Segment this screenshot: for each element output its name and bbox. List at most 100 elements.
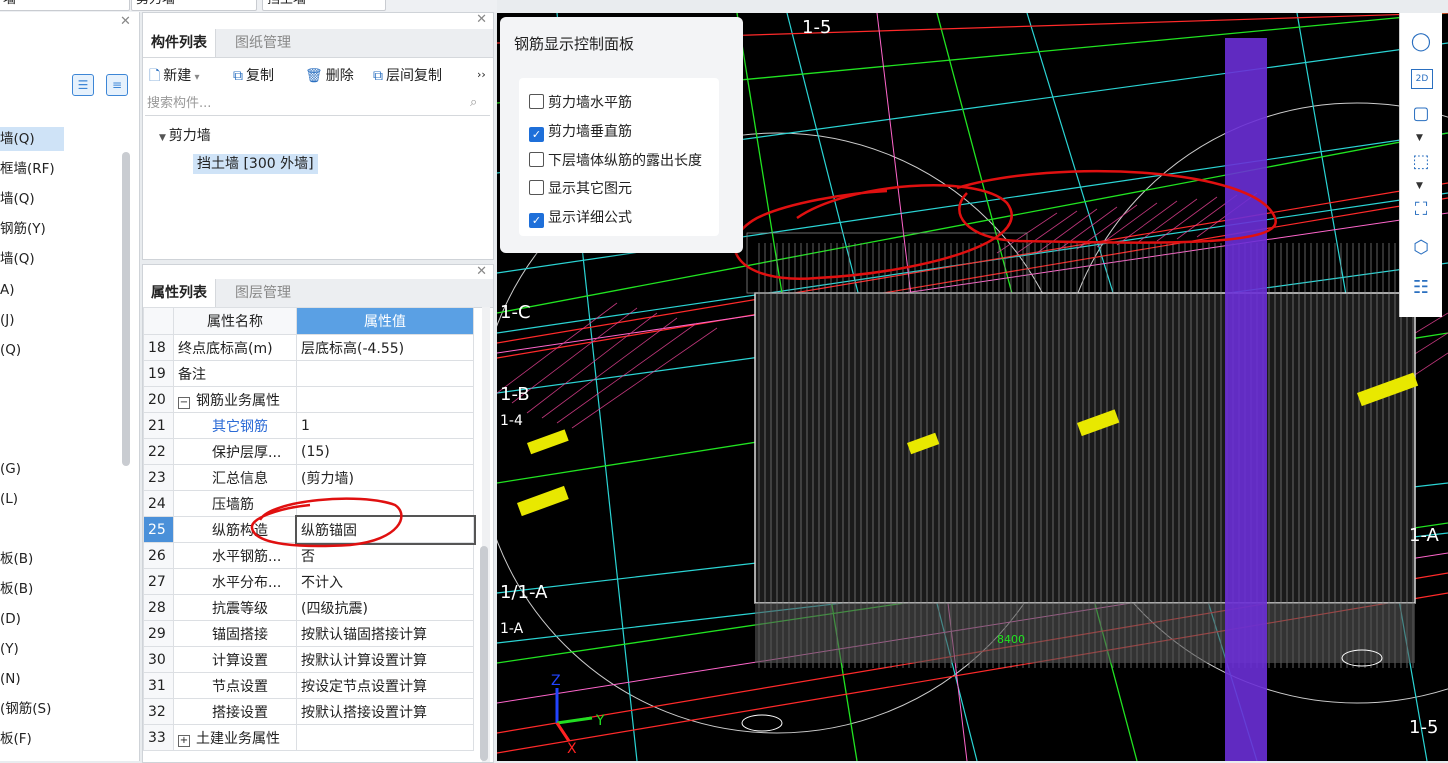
property-value[interactable]: 按默认搭接设置计算: [296, 698, 474, 725]
floor-select[interactable]: 墙: [0, 0, 130, 11]
property-row[interactable]: 29 锚固搭接 按默认锚固搭接计算: [143, 620, 474, 647]
property-value[interactable]: 按默认锚固搭接计算: [296, 620, 474, 647]
property-name-label: 搭接设置: [212, 704, 268, 721]
option-lower-exposed-length[interactable]: 下层墙体纵筋的露出长度: [529, 150, 702, 170]
property-row[interactable]: 20− 钢筋业务属性: [143, 386, 474, 413]
tab-layer-manage[interactable]: 图层管理: [227, 279, 299, 307]
expand-toggle-icon[interactable]: +: [178, 734, 190, 747]
type-select[interactable]: 剪力墙: [131, 0, 257, 11]
close-icon[interactable]: ✕: [476, 12, 487, 27]
cube-icon[interactable]: ⬡: [1409, 237, 1433, 258]
search-input[interactable]: 搜索构件...: [145, 93, 490, 116]
property-name: 节点设置: [173, 672, 297, 699]
nav-item[interactable]: (钢筋(S): [0, 697, 51, 721]
property-row[interactable]: 22 保护层厚... (15): [143, 438, 474, 465]
row-index: 29: [143, 620, 174, 647]
property-value[interactable]: 按默认计算设置计算: [296, 646, 474, 673]
option-label: 显示详细公式: [548, 210, 632, 226]
delete-button[interactable]: 🗑 删除: [305, 65, 354, 85]
property-value[interactable]: 1: [296, 412, 474, 439]
nav-item[interactable]: 墙(Q): [0, 247, 35, 271]
property-value[interactable]: 按设定节点设置计算: [296, 672, 474, 699]
axis-x-label: X: [567, 741, 577, 757]
property-value[interactable]: [296, 360, 474, 387]
property-row[interactable]: 19 备注: [143, 360, 474, 387]
nav-item[interactable]: (G): [0, 457, 21, 481]
nav-item[interactable]: 墙(Q): [0, 187, 35, 211]
left-close-icon[interactable]: ✕: [120, 14, 131, 29]
nav-item[interactable]: 钢筋(Y): [0, 217, 46, 241]
option-show-other-elements[interactable]: 显示其它图元: [529, 178, 632, 198]
property-row[interactable]: 30 计算设置 按默认计算设置计算: [143, 646, 474, 673]
property-scrollbar[interactable]: [480, 546, 488, 761]
tab-drawing-manage[interactable]: 图纸管理: [227, 29, 299, 57]
property-row[interactable]: 23 汇总信息 (剪力墙): [143, 464, 474, 491]
nav-item[interactable]: A): [0, 278, 15, 302]
tree-group[interactable]: ▼ 剪力墙: [159, 125, 211, 145]
option-wall-horizontal[interactable]: 剪力墙水平筋: [529, 92, 632, 112]
solid-view-icon[interactable]: ⬚: [1409, 151, 1433, 172]
property-row[interactable]: 18 终点底标高(m) 层底标高(-4.55): [143, 334, 474, 361]
tab-property-list[interactable]: 属性列表: [143, 279, 216, 307]
orbit-icon[interactable]: ◯: [1409, 31, 1433, 52]
copy-label: 复制: [246, 68, 274, 84]
option-show-formula[interactable]: ✓ 显示详细公式: [529, 207, 632, 228]
checkbox[interactable]: [529, 94, 544, 109]
tab-component-list[interactable]: 构件列表: [143, 29, 216, 57]
new-button[interactable]: 🗋 新建 ▾: [149, 65, 199, 89]
checkbox-checked[interactable]: ✓: [529, 213, 544, 228]
expand-toggle-icon[interactable]: −: [178, 396, 190, 409]
property-row[interactable]: 33 + 土建业务属性: [143, 724, 474, 751]
property-value[interactable]: 层底标高(-4.55): [296, 334, 474, 361]
property-value[interactable]: (剪力墙): [296, 464, 474, 491]
chevron-down-icon[interactable]: ▼: [1416, 133, 1423, 143]
option-wall-vertical[interactable]: ✓ 剪力墙垂直筋: [529, 121, 632, 142]
property-value[interactable]: [296, 724, 474, 751]
checkbox[interactable]: [529, 180, 544, 195]
component-select[interactable]: 挡土墙: [262, 0, 386, 11]
checkbox-checked[interactable]: ✓: [529, 127, 544, 142]
nav-item[interactable]: 框墙(RF): [0, 157, 55, 181]
view-2d-icon[interactable]: 2D: [1411, 69, 1433, 89]
property-name-label: 抗震等级: [212, 600, 268, 617]
nav-item[interactable]: (N): [0, 667, 21, 691]
property-row[interactable]: 21 其它钢筋 1: [143, 412, 474, 439]
floor-copy-button[interactable]: ⧉ 层间复制: [373, 65, 442, 85]
property-row[interactable]: 31 节点设置 按设定节点设置计算: [143, 672, 474, 699]
wall-footing: [755, 603, 1415, 663]
nav-item[interactable]: 板(B): [0, 577, 33, 601]
property-row[interactable]: 27 水平分布... 不计入: [143, 568, 474, 595]
property-row[interactable]: 32 搭接设置 按默认搭接设置计算: [143, 698, 474, 725]
fullscreen-icon[interactable]: ⛶: [1409, 199, 1433, 220]
left-scrollbar[interactable]: [122, 152, 130, 466]
property-value[interactable]: [296, 386, 474, 413]
property-value[interactable]: 不计入: [296, 568, 474, 595]
nav-item[interactable]: (Q): [0, 338, 21, 362]
more-button[interactable]: ››: [477, 68, 486, 81]
property-value[interactable]: (15): [296, 438, 474, 465]
nav-item[interactable]: 板(B): [0, 547, 33, 571]
property-name-label: 土建业务属性: [196, 730, 280, 747]
nav-item[interactable]: (J): [0, 308, 15, 332]
box-view-icon[interactable]: ▢: [1409, 103, 1433, 124]
nav-item[interactable]: (D): [0, 607, 21, 631]
axis-label: 1-4: [500, 413, 523, 429]
nav-item[interactable]: 板(F): [0, 727, 32, 751]
nav-item[interactable]: (L): [0, 487, 18, 511]
copy-button[interactable]: ⧉ 复制: [233, 65, 274, 85]
checkbox[interactable]: [529, 152, 544, 167]
close-icon[interactable]: ✕: [476, 264, 487, 279]
nav-item[interactable]: 墙(Q): [0, 127, 64, 151]
chevron-down-icon[interactable]: ▼: [1416, 181, 1423, 191]
axis-marker: [741, 714, 783, 732]
list-settings-icon[interactable]: ☷: [1409, 277, 1433, 298]
search-icon[interactable]: ⌕: [470, 95, 477, 110]
list-view-icon[interactable]: ☰: [72, 74, 94, 96]
detail-view-icon[interactable]: ≡: [106, 74, 128, 96]
row-index: 25: [143, 516, 174, 543]
nav-item[interactable]: (Y): [0, 637, 19, 661]
property-row[interactable]: 28 抗震等级 (四级抗震): [143, 594, 474, 621]
property-name-label: 终点底标高(m): [178, 340, 273, 357]
tree-item-selected[interactable]: 挡土墙 [300 外墙]: [193, 153, 318, 174]
property-value[interactable]: (四级抗震): [296, 594, 474, 621]
